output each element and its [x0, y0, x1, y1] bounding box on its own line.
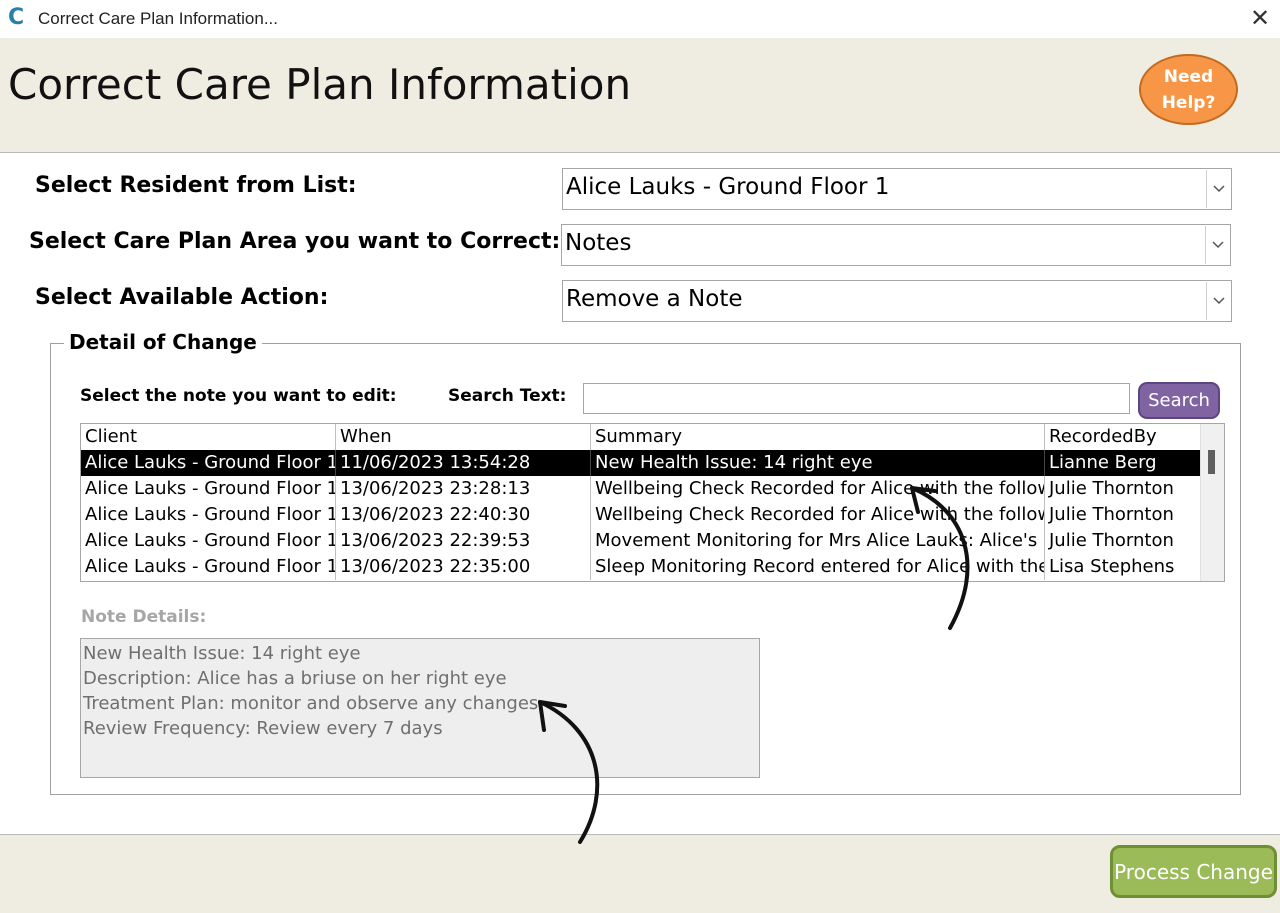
list-scrollbar[interactable]	[1200, 424, 1224, 581]
care-plan-area-label: Select Care Plan Area you want to Correc…	[29, 229, 561, 254]
header-band: Correct Care Plan Information Need Help?	[0, 38, 1280, 153]
page-title: Correct Care Plan Information	[8, 60, 632, 109]
cell-summary: Wellbeing Check Recorded for Alice with …	[591, 502, 1045, 528]
note-line: Review Frequency: Review every 7 days	[83, 718, 443, 739]
search-button[interactable]: Search	[1138, 382, 1220, 419]
process-change-button[interactable]: Process Change	[1110, 845, 1277, 898]
cell-when: 11/06/2023 13:54:28	[336, 450, 591, 476]
note-details-box: New Health Issue: 14 right eye Descripti…	[80, 638, 760, 778]
notes-list[interactable]: Client When Summary RecordedBy Alice Lau…	[80, 423, 1225, 582]
column-header-recordedby[interactable]: RecordedBy	[1045, 424, 1201, 450]
chevron-down-icon[interactable]	[1205, 226, 1229, 264]
cell-client: Alice Lauks - Ground Floor 1	[81, 554, 336, 580]
cell-summary: Movement Monitoring for Mrs Alice Lauks:…	[591, 528, 1045, 554]
title-bar: C Correct Care Plan Information... ✕	[0, 0, 1280, 38]
note-details-label: Note Details:	[81, 607, 207, 627]
cell-client: Alice Lauks - Ground Floor 1	[81, 450, 336, 476]
care-plan-area-select[interactable]: Notes	[561, 224, 1231, 266]
action-select-value: Remove a Note	[566, 286, 743, 312]
search-text-label: Search Text:	[448, 386, 567, 406]
app-logo-icon: C	[8, 5, 25, 30]
scrollbar-thumb[interactable]	[1208, 450, 1215, 474]
cell-recordedby: Lianne Berg	[1045, 450, 1201, 476]
cell-when: 13/06/2023 23:28:13	[336, 476, 591, 502]
list-item[interactable]: Alice Lauks - Ground Floor 1 11/06/2023 …	[81, 450, 1201, 476]
detail-of-change-legend: Detail of Change	[64, 330, 262, 354]
note-line: New Health Issue: 14 right eye	[83, 643, 361, 664]
column-header-client[interactable]: Client	[81, 424, 336, 450]
chevron-down-icon[interactable]	[1206, 282, 1230, 320]
cell-recordedby: Julie Thornton	[1045, 476, 1201, 502]
cell-recordedby: Julie Thornton	[1045, 502, 1201, 528]
help-label-line1: Need	[1163, 66, 1214, 87]
action-label: Select Available Action:	[35, 285, 329, 310]
cell-summary: Sleep Monitoring Record entered for Alic…	[591, 554, 1045, 580]
column-header-when[interactable]: When	[336, 424, 591, 450]
resident-label: Select Resident from List:	[35, 173, 357, 198]
action-select[interactable]: Remove a Note	[562, 280, 1232, 322]
resident-select-value: Alice Lauks - Ground Floor 1	[566, 174, 890, 200]
cell-client: Alice Lauks - Ground Floor 1	[81, 502, 336, 528]
window-title: Correct Care Plan Information...	[38, 9, 278, 28]
note-line: Description: Alice has a briuse on her r…	[83, 668, 507, 689]
note-line: Treatment Plan: monitor and observe any …	[83, 693, 539, 714]
cell-recordedby: Lisa Stephens	[1045, 554, 1201, 580]
select-note-label: Select the note you want to edit:	[80, 386, 397, 406]
list-item[interactable]: Alice Lauks - Ground Floor 1 13/06/2023 …	[81, 502, 1201, 528]
need-help-button[interactable]: Need Help?	[1139, 54, 1238, 125]
list-item[interactable]: Alice Lauks - Ground Floor 1 13/06/2023 …	[81, 528, 1201, 554]
list-item[interactable]: Alice Lauks - Ground Floor 1 13/06/2023 …	[81, 554, 1201, 580]
cell-when: 13/06/2023 22:40:30	[336, 502, 591, 528]
footer-band	[0, 834, 1280, 913]
cell-summary: Wellbeing Check Recorded for Alice with …	[591, 476, 1045, 502]
cell-when: 13/06/2023 22:35:00	[336, 554, 591, 580]
cell-client: Alice Lauks - Ground Floor 1	[81, 528, 336, 554]
close-icon[interactable]: ✕	[1248, 4, 1272, 32]
cell-when: 13/06/2023 22:39:53	[336, 528, 591, 554]
column-header-summary[interactable]: Summary	[591, 424, 1045, 450]
list-header: Client When Summary RecordedBy	[81, 424, 1201, 450]
care-plan-area-value: Notes	[565, 230, 632, 256]
search-input[interactable]	[583, 383, 1130, 414]
cell-client: Alice Lauks - Ground Floor 1	[81, 476, 336, 502]
cell-recordedby: Julie Thornton	[1045, 528, 1201, 554]
help-label-line2: Help?	[1161, 92, 1216, 113]
list-item[interactable]: Alice Lauks - Ground Floor 1 13/06/2023 …	[81, 476, 1201, 502]
chevron-down-icon[interactable]	[1206, 170, 1230, 208]
resident-select[interactable]: Alice Lauks - Ground Floor 1	[562, 168, 1232, 210]
cell-summary: New Health Issue: 14 right eye	[591, 450, 1045, 476]
